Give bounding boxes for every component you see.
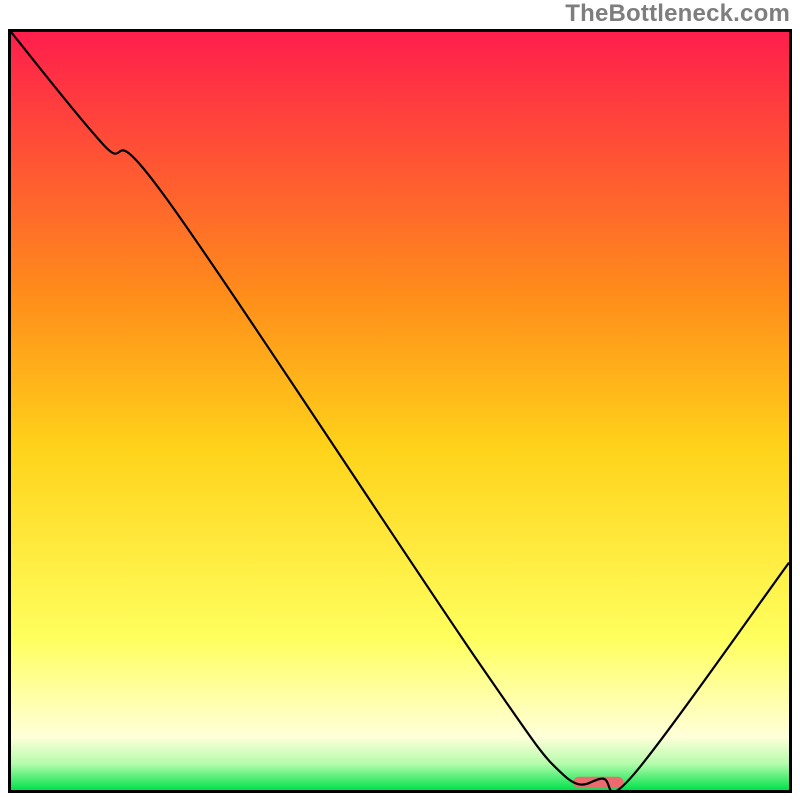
- chart-svg: [11, 32, 789, 790]
- chart-background: [11, 32, 789, 790]
- watermark-text: TheBottleneck.com: [565, 0, 790, 28]
- chart-frame: [8, 29, 792, 793]
- root-container: TheBottleneck.com: [0, 0, 800, 800]
